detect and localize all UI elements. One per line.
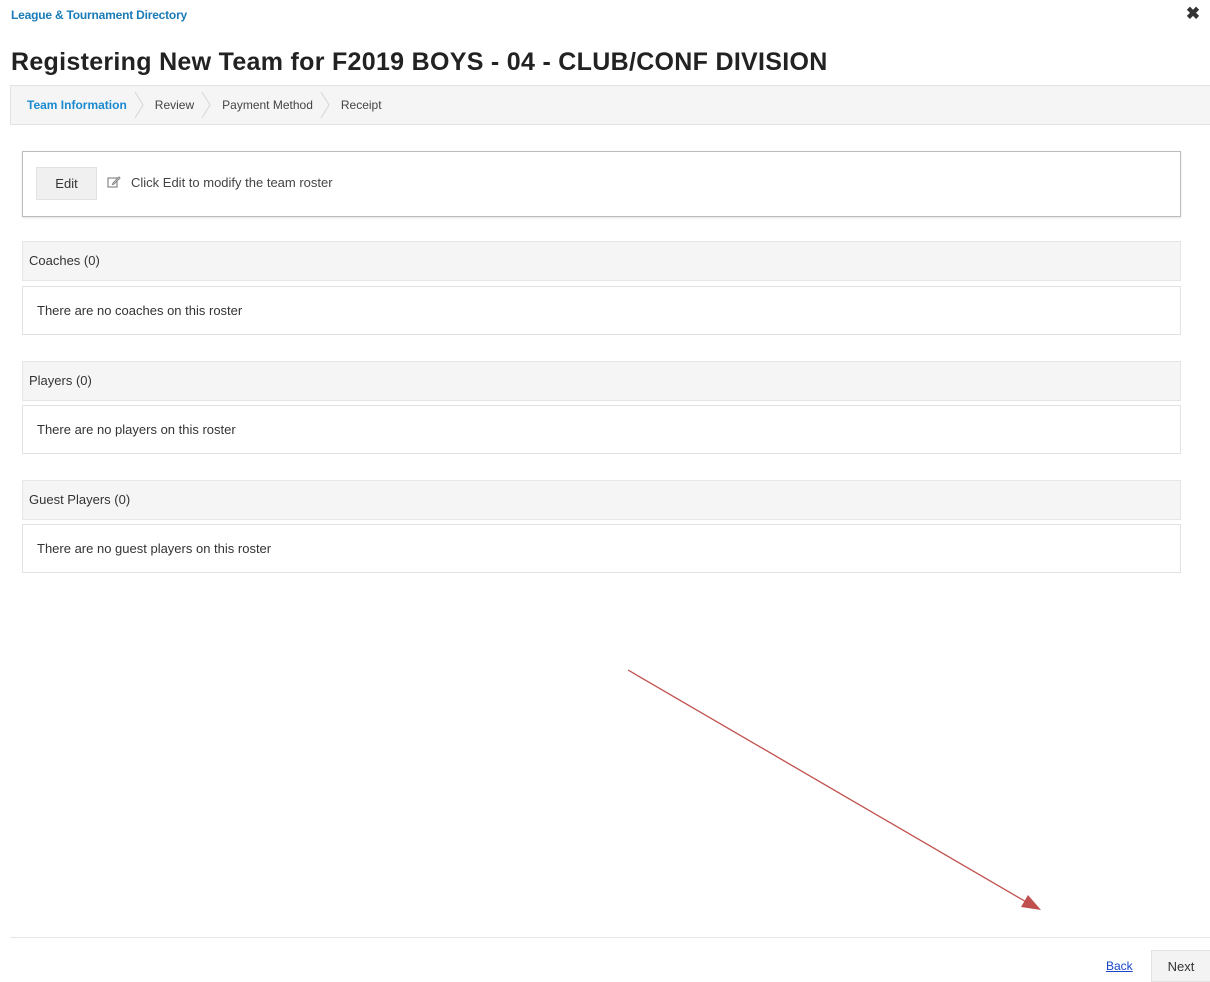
guest-players-header: Guest Players (0): [22, 480, 1181, 520]
registration-dialog: League & Tournament Directory ✖ Register…: [0, 0, 1210, 982]
chevron-right-icon: [201, 92, 211, 118]
guest-players-empty-message: There are no guest players on this roste…: [22, 524, 1181, 573]
edit-roster-panel: Edit Click Edit to modify the team roste…: [22, 151, 1181, 217]
wizard-steps: Team Information Review Payment Method R…: [10, 85, 1210, 125]
page-title: Registering New Team for F2019 BOYS - 04…: [11, 48, 828, 76]
step-receipt[interactable]: Receipt: [335, 86, 404, 124]
step-label: Team Information: [27, 98, 127, 112]
edit-button[interactable]: Edit: [36, 167, 97, 200]
step-label: Payment Method: [222, 98, 313, 112]
players-header: Players (0): [22, 361, 1181, 401]
back-link[interactable]: Back: [1106, 959, 1133, 973]
step-team-information[interactable]: Team Information: [11, 86, 149, 124]
next-button[interactable]: Next: [1151, 950, 1210, 982]
players-empty-message: There are no players on this roster: [22, 405, 1181, 454]
step-review[interactable]: Review: [149, 86, 216, 124]
step-label: Review: [154, 98, 195, 112]
edit-hint-text: Click Edit to modify the team roster: [131, 175, 333, 190]
chevron-right-icon: [134, 92, 144, 118]
app-title[interactable]: League & Tournament Directory: [11, 8, 187, 22]
step-payment-method[interactable]: Payment Method: [216, 86, 335, 124]
dialog-header: League & Tournament Directory ✖: [11, 5, 1201, 27]
step-label: Receipt: [340, 98, 382, 112]
coaches-header: Coaches (0): [22, 241, 1181, 281]
footer-divider: [10, 937, 1210, 938]
coaches-empty-message: There are no coaches on this roster: [22, 286, 1181, 335]
edit-icon: [107, 176, 121, 188]
chevron-right-icon: [320, 92, 330, 118]
close-icon[interactable]: ✖: [1185, 5, 1201, 23]
